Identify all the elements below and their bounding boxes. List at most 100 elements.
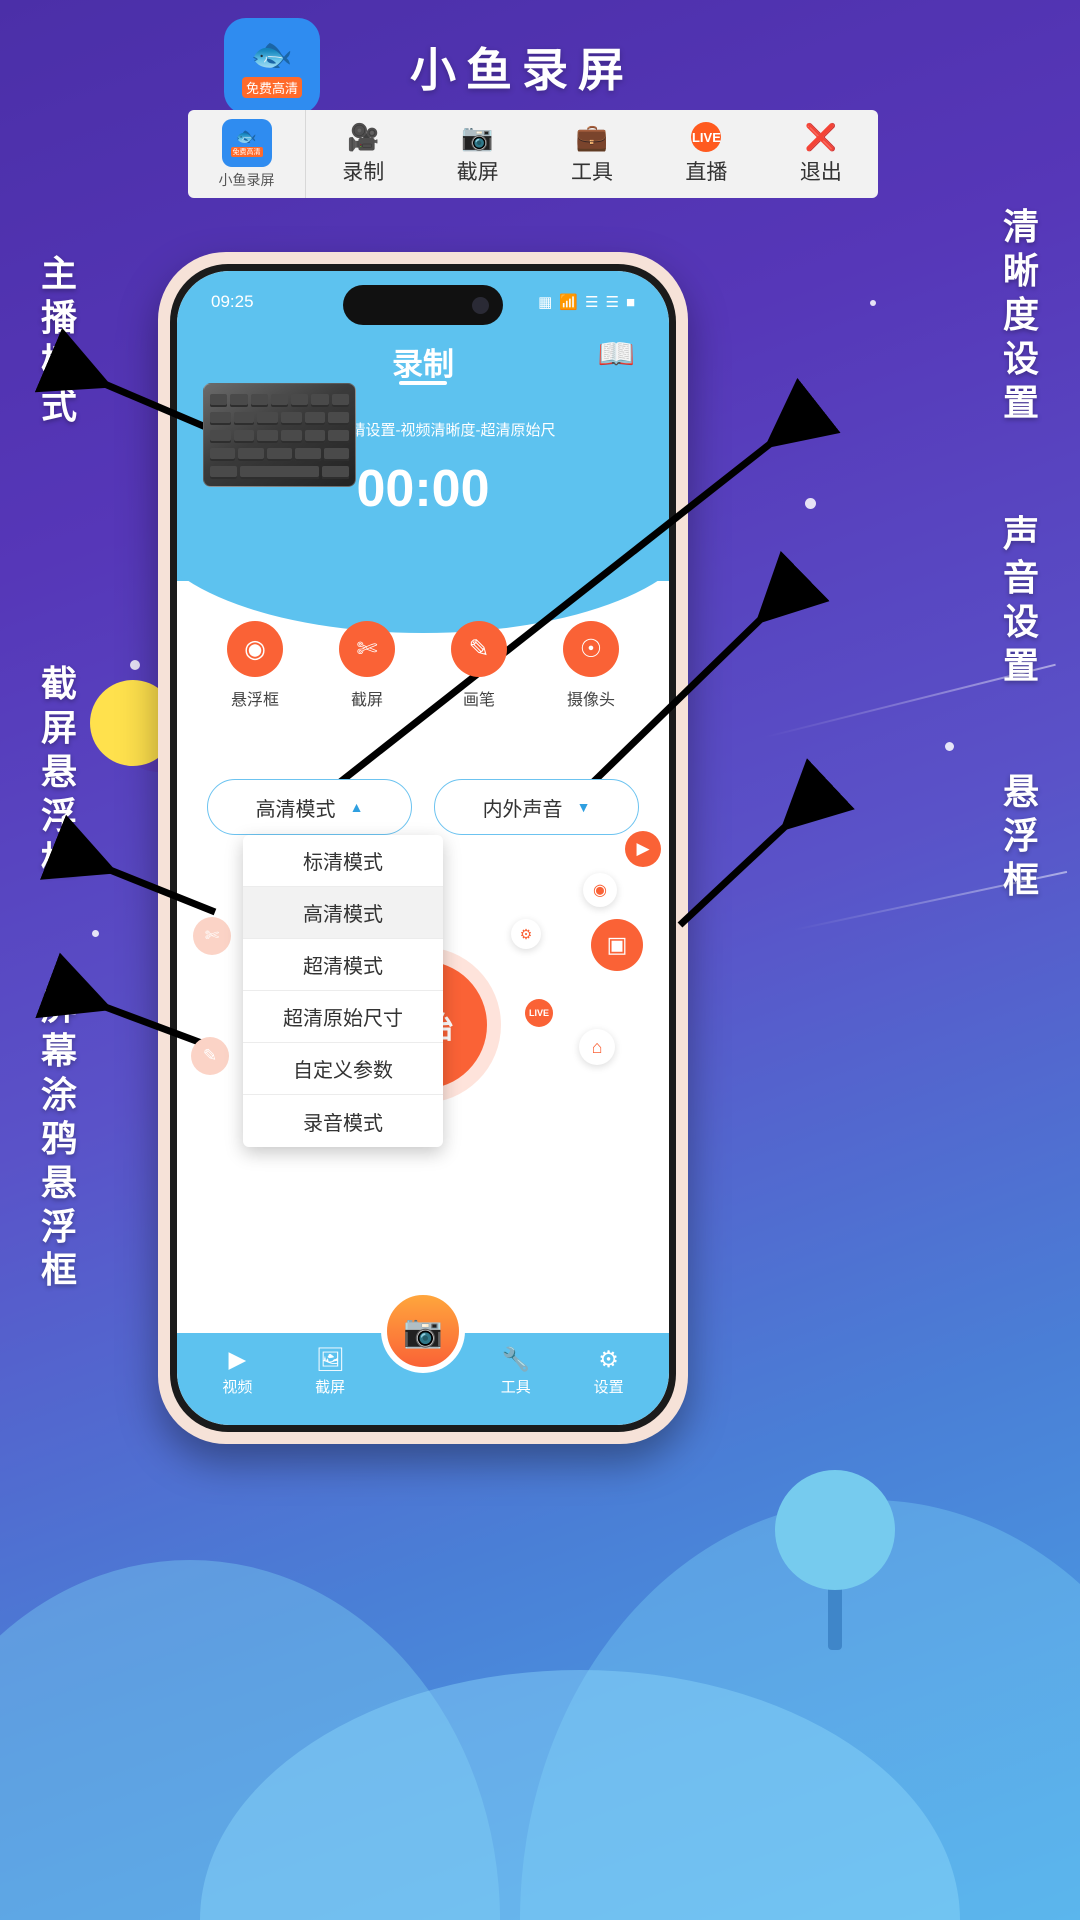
annotation-right-2: 声音设置 xyxy=(1002,513,1041,686)
video-camera-icon: 🎥 xyxy=(347,122,380,152)
close-circle-icon: ❌ xyxy=(804,122,838,152)
quality-dropdown[interactable]: 标清模式 高清模式 超清模式 超清原始尺寸 自定义参数 录音模式 xyxy=(243,835,443,1147)
gear-tab-icon: ⚙ xyxy=(598,1345,619,1372)
feature-float-window[interactable]: ◉ 悬浮框 xyxy=(211,621,299,710)
toolbox-icon: 💼 xyxy=(575,122,609,152)
signal-icon: ☰ xyxy=(585,294,599,311)
fish-icon: 🐟 xyxy=(235,127,258,146)
scissors-ghost-icon[interactable]: ✄ xyxy=(193,917,231,955)
battery-icon: ■ xyxy=(625,293,635,311)
front-camera-icon xyxy=(472,296,489,314)
toolbar-item-label: 截屏 xyxy=(456,161,499,184)
tree-trunk xyxy=(828,1580,842,1650)
live-float-icon[interactable]: LIVE xyxy=(525,999,553,1027)
dropdown-option-hd[interactable]: 高清模式 xyxy=(243,887,443,939)
camera-icon: 📷 xyxy=(461,122,494,152)
pen-ghost-icon[interactable]: ✎ xyxy=(191,1037,229,1075)
toolbar-brand: 🐟 免费高清 小鱼录屏 xyxy=(188,110,306,198)
tab-settings[interactable]: ⚙ 设置 xyxy=(570,1345,648,1397)
star-icon xyxy=(870,300,876,306)
dropdown-option-standard[interactable]: 标清模式 xyxy=(243,835,443,887)
camera-head-icon: ☉ xyxy=(563,621,619,677)
app-toolbar: 🐟 免费高清 小鱼录屏 🎥 录制 📷 截屏 💼 工具 LIVE 直播 ❌ 退出 xyxy=(188,110,878,198)
record-timer: 00:00 xyxy=(356,460,490,518)
toolbar-item-record[interactable]: 🎥 录制 xyxy=(306,110,420,198)
selector-row: 高清模式 ▲ 内外声音 ▼ xyxy=(177,779,669,835)
scissors-icon: ✄ xyxy=(339,621,395,677)
feature-label: 画笔 xyxy=(462,692,495,709)
dropdown-option-uhd-original[interactable]: 超清原始尺寸 xyxy=(243,991,443,1043)
toolbar-item-exit[interactable]: ❌ 退出 xyxy=(764,110,878,198)
toolbar-item-label: 录制 xyxy=(342,161,385,184)
feature-screenshot[interactable]: ✄ 截屏 xyxy=(323,621,411,710)
tab-video[interactable]: ▶ 视频 xyxy=(198,1345,276,1397)
quality-select[interactable]: 高清模式 ▲ xyxy=(207,779,412,835)
toolbar-item-live[interactable]: LIVE 直播 xyxy=(649,110,763,198)
star-icon xyxy=(945,742,954,751)
hill-shape xyxy=(520,1500,1080,1920)
brand-badge: 免费高清 xyxy=(230,147,263,157)
status-icons: ▦ 📶 ☰ ☰ ■ xyxy=(538,293,635,312)
sim-icon: ▦ xyxy=(538,294,553,311)
toolbar-item-screenshot[interactable]: 📷 截屏 xyxy=(420,110,534,198)
star-icon xyxy=(130,660,140,670)
feature-label: 悬浮框 xyxy=(230,692,279,709)
feature-pen[interactable]: ✎ 画笔 xyxy=(435,621,523,710)
title-underline xyxy=(399,381,447,385)
tab-label: 截屏 xyxy=(315,1378,346,1396)
feature-row: ◉ 悬浮框 ✄ 截屏 ✎ 画笔 ☉ 摄像头 xyxy=(177,621,669,710)
chevron-up-icon: ▲ xyxy=(349,799,364,815)
screenshot-tab-icon: 🖼 xyxy=(315,1345,345,1372)
tab-label: 视频 xyxy=(222,1378,253,1396)
phone-mockup: 09:25 ▦ 📶 ☰ ☰ ■ 录制 📖 果失败，请设置-视频清晰度-超清原始尺… xyxy=(158,252,688,1444)
logo-badge: 免费高清 xyxy=(241,77,302,98)
brand-name: 小鱼录屏 xyxy=(218,171,275,188)
quality-select-value: 高清模式 xyxy=(255,798,336,821)
screen-record-float-icon[interactable]: ▣ xyxy=(591,919,643,971)
star-icon xyxy=(805,498,816,509)
camera-float-icon[interactable]: ◉ xyxy=(583,873,617,907)
record-circle-icon: ◉ xyxy=(227,621,283,677)
phone-notch xyxy=(343,285,503,325)
annotation-left-1: 主播模式 xyxy=(40,253,79,426)
video-camera-float-icon[interactable]: ▶ xyxy=(625,831,661,867)
toolbar-item-label: 工具 xyxy=(571,161,614,184)
status-time: 09:25 xyxy=(211,292,254,311)
video-tab-icon: ▶ xyxy=(228,1345,247,1372)
live-icon: LIVE xyxy=(691,122,722,152)
tab-tools[interactable]: 🔧 工具 xyxy=(477,1345,555,1397)
pen-icon: ✎ xyxy=(451,621,507,677)
wifi-icon: 📶 xyxy=(559,294,579,311)
annotation-right-1: 清晰度设置 xyxy=(1002,206,1041,423)
audio-select[interactable]: 内外声音 ▼ xyxy=(434,779,639,835)
hill-shape xyxy=(0,1560,500,1920)
feature-label: 摄像头 xyxy=(566,692,615,709)
feature-label: 截屏 xyxy=(350,692,383,709)
page-title: 小鱼录屏 xyxy=(410,44,634,96)
tab-label: 设置 xyxy=(593,1378,624,1396)
dropdown-option-uhd[interactable]: 超清模式 xyxy=(243,939,443,991)
toolbar-item-label: 退出 xyxy=(799,161,842,184)
dropdown-option-custom[interactable]: 自定义参数 xyxy=(243,1043,443,1095)
audio-select-value: 内外声音 xyxy=(482,798,563,821)
hill-shape xyxy=(200,1670,960,1920)
tab-label: 工具 xyxy=(500,1378,531,1396)
app-logo: 🐟 免费高清 xyxy=(224,18,320,114)
record-button-icon[interactable]: 📷 xyxy=(381,1289,465,1373)
annotation-right-3: 悬浮框 xyxy=(1002,771,1041,900)
star-icon xyxy=(92,930,99,937)
toolbox-float-icon[interactable]: ⚙ xyxy=(511,919,541,949)
feature-camera[interactable]: ☉ 摄像头 xyxy=(547,621,635,710)
phone-bezel: 09:25 ▦ 📶 ☰ ☰ ■ 录制 📖 果失败，请设置-视频清晰度-超清原始尺… xyxy=(170,264,676,1432)
tree-top xyxy=(775,1470,895,1590)
toolbar-item-tools[interactable]: 💼 工具 xyxy=(535,110,649,198)
fish-icon: 🐟 xyxy=(250,36,294,74)
home-float-icon[interactable]: ⌂ xyxy=(579,1029,615,1065)
tab-screenshot[interactable]: 🖼 截屏 xyxy=(291,1345,369,1397)
book-icon[interactable]: 📖 xyxy=(598,337,635,372)
chevron-down-icon: ▼ xyxy=(576,799,591,815)
toolbar-item-label: 直播 xyxy=(685,161,728,184)
dropdown-option-audio-only[interactable]: 录音模式 xyxy=(243,1095,443,1147)
signal-icon: ☰ xyxy=(605,294,619,311)
wrench-tab-icon: 🔧 xyxy=(501,1345,531,1372)
